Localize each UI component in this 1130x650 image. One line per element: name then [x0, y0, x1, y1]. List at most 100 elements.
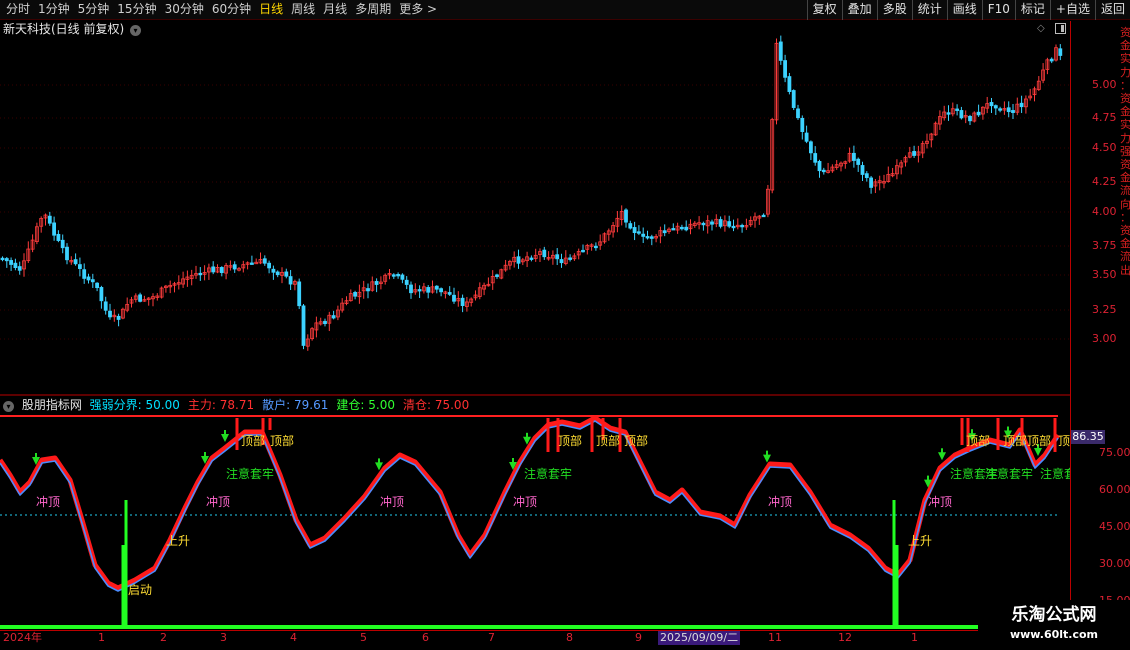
indicator-param: 清仓: 75.00: [403, 398, 473, 412]
chart-annotation: 上升: [166, 534, 190, 548]
candle-body: [645, 236, 650, 239]
candle-body: [955, 108, 959, 111]
candle-body: [542, 249, 547, 258]
candle-body: [740, 224, 744, 228]
candle-body: [409, 284, 413, 294]
candle-body: [99, 287, 104, 302]
date-axis-tick: 7: [488, 631, 495, 644]
chart-annotation: 冲顶: [206, 494, 230, 509]
candle-body: [284, 271, 289, 277]
chart-annotation: 注意套牢: [985, 466, 1033, 481]
candle-body: [267, 262, 272, 269]
candle-body: [1049, 58, 1054, 62]
indicator-param: 建仓: 5.00: [336, 398, 399, 412]
date-axis-tick: 4: [290, 631, 297, 644]
candle-body: [821, 169, 826, 173]
chart-canvas[interactable]: 冲顶冲顶冲顶冲顶冲顶冲顶上升上升启动注意套牢注意套牢注意套牢注意套牢注意套牢顶部…: [0, 0, 1070, 650]
watermark: 乐淘公式网 www.60lt.com: [978, 600, 1130, 650]
indicator-param-label: 清仓:: [402, 398, 432, 412]
date-axis-tick: 11: [768, 631, 782, 644]
date-axis-tick: 1: [911, 631, 918, 644]
candle-body: [211, 266, 216, 273]
indicator-param: 主力: 78.71: [188, 398, 258, 412]
candle-body: [718, 219, 723, 227]
price-axis-tick: 3.00: [1092, 332, 1117, 345]
indicator-params: 强弱分界: 50.00 主力: 78.71 散户: 79.61 建仓: 5.00 清仓:…: [90, 398, 478, 412]
candle-body: [959, 110, 964, 119]
candle-body: [90, 279, 95, 283]
chart-annotation: 冲顶: [928, 494, 952, 509]
indicator-param: 强弱分界: 50.00: [90, 398, 184, 412]
candle-body: [219, 267, 224, 274]
candle-body: [65, 246, 69, 261]
candle-body: [271, 268, 276, 273]
side-char: 金: [1120, 237, 1130, 251]
candle-body: [581, 249, 585, 253]
indicator-last-value: 86.35: [1071, 430, 1105, 444]
candle-body: [804, 132, 809, 142]
toolbar-button-8[interactable]: 返回: [1094, 0, 1130, 20]
candle-body: [727, 221, 732, 227]
indicator-param-label: 建仓:: [336, 398, 365, 412]
candle-body: [671, 228, 676, 231]
candle-body: [434, 285, 439, 290]
price-axis-tick: 4.75: [1092, 111, 1117, 124]
side-info-strip: 资金实力：资金实力强资金流向：资金流出: [1120, 21, 1130, 650]
chart-annotation: 启动: [128, 583, 152, 597]
chart-annotation: 顶部: [270, 433, 294, 448]
price-axis-tick: 5.00: [1092, 78, 1117, 91]
side-char: 流: [1120, 250, 1130, 264]
candle-body: [52, 222, 56, 236]
candle-body: [323, 320, 327, 325]
candle-body: [516, 256, 521, 264]
candle-body: [495, 274, 499, 277]
side-char: 金: [1120, 105, 1130, 119]
candle-body: [78, 264, 82, 269]
candle-body: [1006, 107, 1011, 113]
candle-body: [404, 279, 409, 285]
candle-body: [353, 292, 358, 297]
candle-body: [275, 271, 280, 276]
candle-body: [447, 292, 452, 295]
candle-body: [73, 259, 78, 265]
chart-annotation: 注意套牢: [524, 466, 572, 481]
candle-body: [998, 108, 1002, 111]
price-axis-tick: 3.25: [1092, 303, 1117, 316]
date-axis-tick: 2025/09/09/二: [658, 631, 741, 645]
chevron-down-icon[interactable]: ▾: [3, 401, 14, 412]
candle-body: [860, 165, 865, 175]
candle-body: [624, 209, 628, 223]
side-char: 强: [1120, 144, 1130, 158]
side-char: 资: [1120, 158, 1130, 171]
candle-body: [989, 102, 994, 107]
candle-body: [47, 215, 52, 224]
price-axis-tick: 4.25: [1092, 175, 1117, 188]
price-axis-tick: 4.50: [1092, 141, 1117, 154]
chart-annotation: 冲顶: [380, 494, 404, 509]
indicator-param-value: 78.71: [219, 398, 255, 412]
candle-body: [95, 282, 99, 289]
candle-body: [13, 262, 18, 268]
side-char: 实: [1120, 118, 1130, 132]
indicator-param: 散户: 79.61: [262, 398, 332, 412]
candle-body: [426, 287, 431, 293]
side-char: 向: [1120, 197, 1130, 211]
indicator-param-label: 主力:: [187, 398, 216, 412]
candle-body: [568, 257, 572, 260]
candle-body: [864, 173, 869, 179]
indicator-param-label: 散户:: [262, 398, 291, 412]
date-axis-tick: 2024年: [3, 631, 42, 644]
chart-annotation: 顶部: [241, 433, 265, 448]
indicator-param-value: 5.00: [368, 398, 395, 412]
candle-body: [778, 41, 783, 61]
side-char: 资: [1120, 224, 1130, 237]
date-axis-tick: 3: [220, 631, 227, 644]
candle-body: [559, 259, 564, 264]
candle-body: [198, 272, 203, 276]
candle-body: [4, 258, 9, 262]
candle-body: [976, 111, 981, 116]
candle-body: [1019, 102, 1024, 108]
candle-body: [460, 297, 465, 306]
candle-body: [761, 214, 766, 218]
date-axis-tick: 8: [566, 631, 573, 644]
